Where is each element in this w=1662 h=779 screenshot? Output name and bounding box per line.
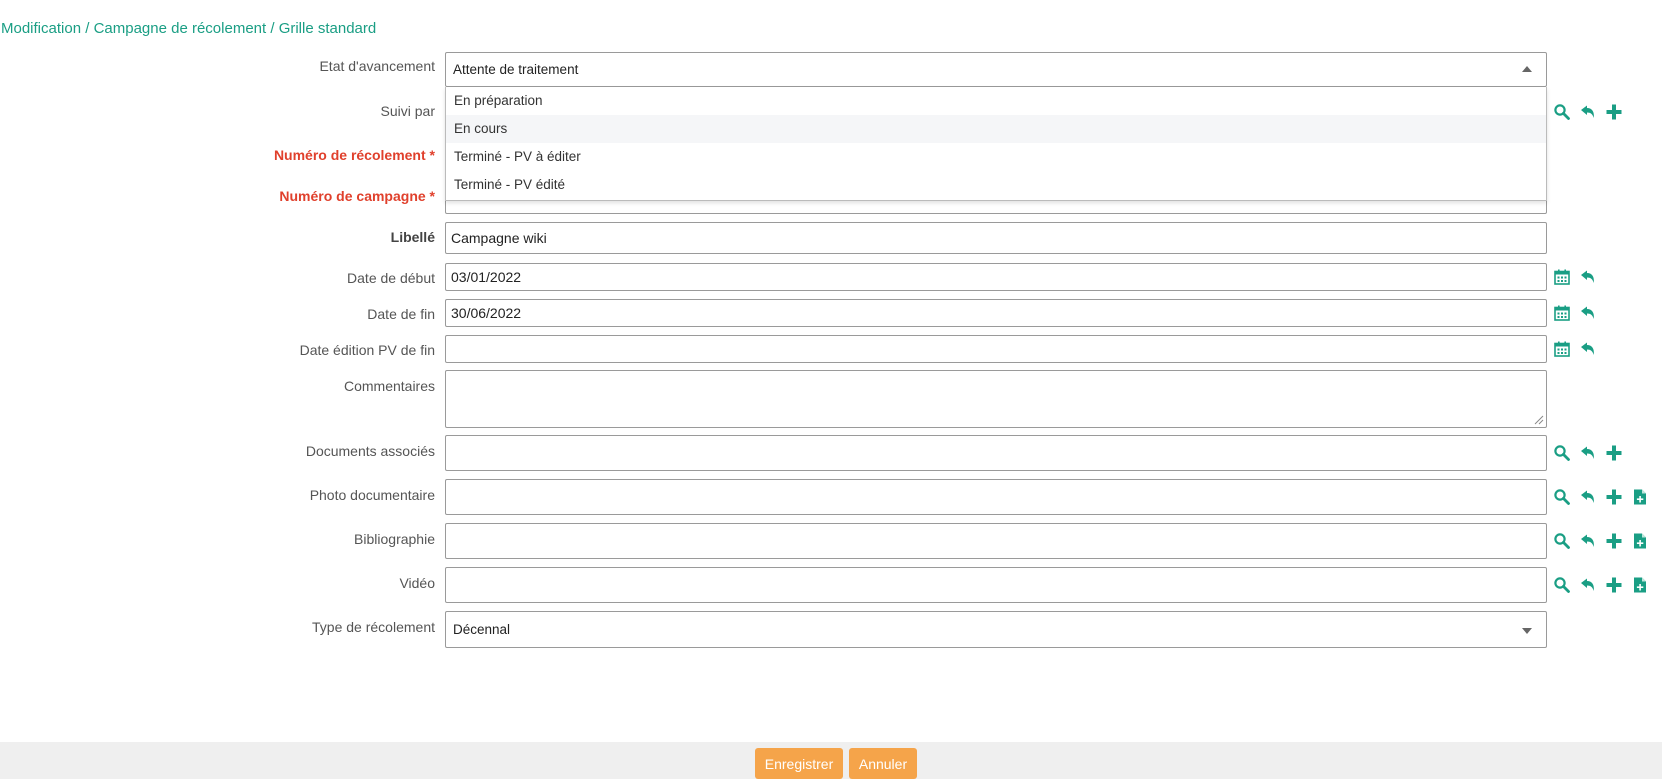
undo-icon[interactable]	[1579, 532, 1597, 550]
date-fin-label: Date de fin	[367, 306, 435, 322]
plus-icon[interactable]	[1605, 444, 1623, 462]
resize-grip-icon[interactable]	[1534, 415, 1544, 425]
bibliographie-label: Bibliographie	[354, 531, 435, 547]
commentaires-label: Commentaires	[343, 378, 435, 394]
breadcrumb-campagne[interactable]: Campagne de récolement	[94, 20, 267, 37]
file-add-icon[interactable]	[1631, 532, 1649, 550]
libelle-field[interactable]: Campagne wiki	[445, 222, 1547, 254]
date-pv-actions	[1553, 340, 1597, 358]
suivi-actions	[1553, 103, 1623, 121]
date-debut-actions	[1553, 268, 1597, 286]
calendar-icon[interactable]	[1553, 268, 1571, 286]
photo-actions	[1553, 488, 1649, 506]
numero-recolement-label: Numéro de récolement *	[273, 147, 435, 163]
caret-up-icon	[1522, 65, 1532, 72]
photo-field[interactable]	[445, 479, 1547, 515]
plus-icon[interactable]	[1605, 576, 1623, 594]
undo-icon[interactable]	[1579, 268, 1597, 286]
date-fin-actions	[1553, 304, 1597, 322]
date-pv-label: Date édition PV de fin	[299, 342, 435, 358]
bibliographie-actions	[1553, 532, 1649, 550]
search-icon[interactable]	[1553, 444, 1571, 462]
date-debut-field[interactable]: 03/01/2022	[445, 263, 1547, 291]
documents-field[interactable]	[445, 435, 1547, 471]
suivi-label: Suivi par	[380, 103, 435, 119]
save-button[interactable]: Enregistrer	[755, 748, 843, 779]
documents-label: Documents associés	[305, 443, 435, 459]
calendar-icon[interactable]	[1553, 340, 1571, 358]
photo-label: Photo documentaire	[309, 487, 435, 503]
plus-icon[interactable]	[1605, 532, 1623, 550]
plus-icon[interactable]	[1605, 488, 1623, 506]
date-fin-field[interactable]: 30/06/2022	[445, 299, 1547, 327]
type-value: Décennal	[453, 622, 511, 637]
type-select[interactable]: Décennal	[445, 611, 1547, 648]
undo-icon[interactable]	[1579, 103, 1597, 121]
dropdown-option[interactable]: Terminé - PV à éditer	[446, 143, 1546, 171]
date-pv-field[interactable]	[445, 335, 1547, 363]
etat-value: Attente de traitement	[453, 62, 579, 77]
etat-label: Etat d'avancement	[319, 58, 435, 74]
type-label: Type de récolement	[312, 619, 435, 635]
file-add-icon[interactable]	[1631, 488, 1649, 506]
video-label: Vidéo	[399, 575, 435, 591]
file-add-icon[interactable]	[1631, 576, 1649, 594]
date-debut-label: Date de début	[347, 270, 435, 286]
libelle-label: Libellé	[390, 229, 435, 245]
plus-icon[interactable]	[1605, 103, 1623, 121]
bibliographie-field[interactable]	[445, 523, 1547, 559]
calendar-icon[interactable]	[1553, 304, 1571, 322]
breadcrumb-grille[interactable]: Grille standard	[279, 20, 377, 37]
caret-down-icon	[1522, 627, 1532, 634]
commentaires-field	[445, 370, 1547, 428]
breadcrumb-modification[interactable]: Modification	[1, 20, 81, 37]
breadcrumb: Modification / Campagne de récolement / …	[1, 20, 376, 37]
search-icon[interactable]	[1553, 103, 1571, 121]
etat-select[interactable]: Attente de traitement	[445, 52, 1547, 87]
undo-icon[interactable]	[1579, 488, 1597, 506]
undo-icon[interactable]	[1579, 340, 1597, 358]
search-icon[interactable]	[1553, 488, 1571, 506]
video-actions	[1553, 576, 1649, 594]
search-icon[interactable]	[1553, 576, 1571, 594]
dropdown-option[interactable]: Terminé - PV édité	[446, 171, 1546, 199]
etat-dropdown-list: En préparation En cours Terminé - PV à é…	[445, 87, 1547, 201]
dropdown-option[interactable]: En préparation	[446, 87, 1546, 115]
dropdown-option[interactable]: En cours	[446, 115, 1546, 143]
undo-icon[interactable]	[1579, 576, 1597, 594]
documents-actions	[1553, 444, 1623, 462]
breadcrumb-separator: /	[266, 20, 279, 37]
breadcrumb-separator: /	[81, 20, 94, 37]
cancel-button[interactable]: Annuler	[849, 748, 917, 779]
undo-icon[interactable]	[1579, 304, 1597, 322]
numero-campagne-label: Numéro de campagne *	[279, 188, 435, 204]
search-icon[interactable]	[1553, 532, 1571, 550]
video-field[interactable]	[445, 567, 1547, 603]
commentaires-textarea[interactable]	[449, 374, 1543, 424]
undo-icon[interactable]	[1579, 444, 1597, 462]
